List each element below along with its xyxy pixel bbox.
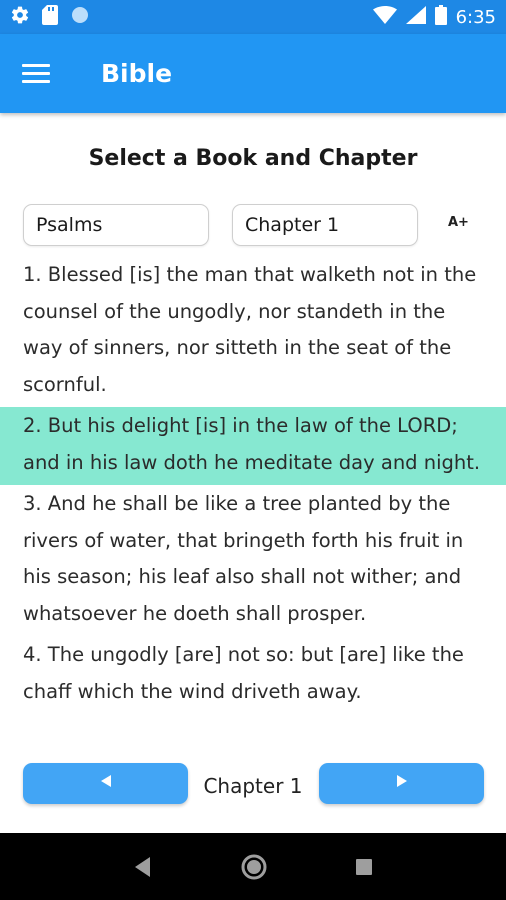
verse-list[interactable]: 1. Blessed [is] the man that walketh not…: [0, 262, 506, 722]
system-navigation-bar: [0, 833, 506, 900]
current-chapter-label: Chapter 1: [203, 774, 303, 798]
previous-chapter-button[interactable]: [23, 763, 188, 804]
status-bar: 6:35: [0, 0, 506, 34]
home-icon[interactable]: [240, 853, 268, 881]
chapter-select[interactable]: Chapter 1: [232, 204, 418, 246]
sd-card-icon: [42, 4, 58, 30]
book-select[interactable]: Psalms: [23, 204, 209, 246]
verse-2[interactable]: 2. But his delight [is] in the law of th…: [0, 407, 506, 485]
page-heading: Select a Book and Chapter: [88, 146, 418, 171]
signal-icon: [405, 5, 426, 29]
triangle-left-icon: [99, 774, 113, 793]
wifi-icon: [372, 5, 397, 29]
font-size-button[interactable]: A+: [448, 215, 469, 230]
verse-3[interactable]: 3. And he shall be like a tree planted b…: [0, 485, 506, 636]
circle-icon: [70, 5, 90, 30]
app-bar: Bible: [0, 34, 506, 113]
status-left-icons: [10, 4, 90, 30]
triangle-right-icon: [395, 774, 409, 793]
back-icon[interactable]: [133, 856, 153, 878]
next-chapter-button[interactable]: [319, 763, 484, 804]
status-time: 6:35: [455, 6, 496, 28]
menu-icon[interactable]: [22, 57, 56, 91]
gear-icon: [10, 5, 30, 30]
app-title: Bible: [101, 59, 173, 88]
battery-icon: [434, 4, 447, 30]
status-right-icons: 6:35: [372, 4, 496, 30]
verse-4[interactable]: 4. The ungodly [are] not so: but [are] l…: [0, 636, 506, 714]
recents-icon[interactable]: [355, 858, 373, 876]
verse-1[interactable]: 1. Blessed [is] the man that walketh not…: [0, 262, 506, 407]
